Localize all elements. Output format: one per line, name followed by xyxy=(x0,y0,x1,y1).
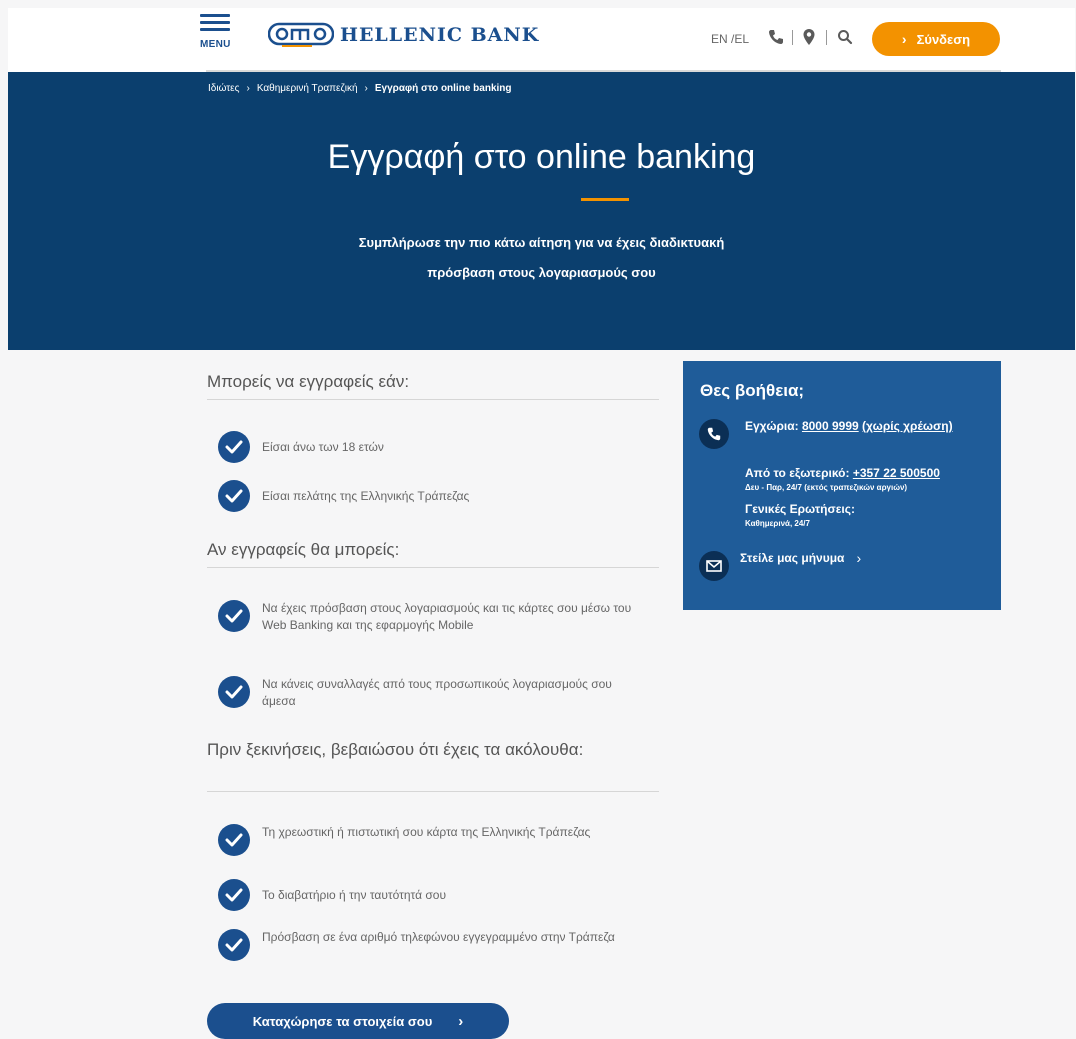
location-pin-icon[interactable] xyxy=(800,28,818,46)
chevron-right-icon: › xyxy=(364,83,368,94)
help-abroad-number-link[interactable]: +357 22 500500 xyxy=(853,466,940,480)
language-switch[interactable]: EN /EL xyxy=(711,32,749,46)
list-item: Είσαι άνω των 18 ετών xyxy=(218,431,648,463)
list-item-text: Πρόσβαση σε ένα αριθμό τηλεφώνου εγγεγρα… xyxy=(262,930,615,944)
chevron-right-icon: › xyxy=(856,550,862,566)
list-item: Το διαβατήριο ή την ταυτότητά σου xyxy=(218,879,648,911)
help-general-hours: Καθημερινά, 24/7 xyxy=(745,519,810,528)
chevron-right-icon: › xyxy=(901,31,907,47)
send-message-link[interactable]: Στείλε μας μήνυμα › xyxy=(740,550,861,566)
checkmark-icon xyxy=(218,431,250,463)
checkmark-icon xyxy=(218,824,250,856)
register-details-button-label: Καταχώρησε τα στοιχεία σου xyxy=(252,1013,433,1029)
brand-name: HELLENIC BANK xyxy=(340,24,540,46)
list-item: Είσαι πελάτης της Ελληνικής Τράπεζας xyxy=(218,480,648,512)
help-local-note: (χωρίς χρέωση) xyxy=(862,419,953,433)
breadcrumb-item-individuals[interactable]: Ιδιώτες xyxy=(208,83,239,94)
brand-logo-mark xyxy=(268,22,334,47)
hero-banner xyxy=(8,72,1075,350)
help-box: Θες βοήθεια; Εγχώρια: 8000 9999 (χωρίς χ… xyxy=(683,361,1001,610)
list-item: Τη χρεωστική ή πιστωτική σου κάρτα της Ε… xyxy=(218,824,648,856)
checkmark-icon xyxy=(218,879,250,911)
list-item: Πρόσβαση σε ένα αριθμό τηλεφώνου εγγεγρα… xyxy=(218,929,648,961)
section-title-eligibility: Μπορείς να εγγραφείς εάν: xyxy=(207,372,410,391)
page-subtitle-line: πρόσβαση στους λογαριασμούς σου xyxy=(427,265,656,280)
menu-label: MENU xyxy=(200,39,231,50)
brand-logo[interactable]: HELLENIC BANK xyxy=(268,20,539,50)
header-separator xyxy=(826,30,827,45)
help-title: Θες βοήθεια; xyxy=(700,381,805,400)
send-message-label: Στείλε μας μήνυμα xyxy=(740,551,845,565)
header-separator xyxy=(792,30,793,45)
chevron-right-icon: › xyxy=(458,1012,464,1030)
login-button-label: Σύνδεση xyxy=(916,31,971,47)
section-divider xyxy=(207,567,659,568)
search-icon[interactable] xyxy=(836,28,854,46)
envelope-icon xyxy=(699,551,729,581)
list-item-text: Το διαβατήριο ή την ταυτότητά σου xyxy=(262,888,447,902)
section-divider xyxy=(207,399,659,400)
checkmark-icon xyxy=(218,600,250,632)
breadcrumb: Ιδιώτες › Καθημερινή Τραπεζική › Εγγραφή… xyxy=(208,83,512,94)
section-title-benefits: Αν εγγραφείς θα μπορείς: xyxy=(207,540,400,559)
title-underline xyxy=(581,198,629,201)
checkmark-icon xyxy=(218,929,250,961)
chevron-right-icon: › xyxy=(246,83,250,94)
page-title: Εγγραφή στο online banking xyxy=(327,138,756,176)
checkmark-icon xyxy=(218,480,250,512)
phone-icon[interactable] xyxy=(767,28,785,46)
section-divider xyxy=(207,791,659,792)
section-title-prerequisites: Πριν ξεκινήσεις, βεβαιώσου ότι έχεις τα … xyxy=(207,740,584,759)
help-local-phone: Εγχώρια: 8000 9999 (χωρίς χρέωση) xyxy=(745,418,985,435)
list-item-text: Να έχεις πρόσβαση στους λογαριασμούς και… xyxy=(262,601,632,632)
login-button[interactable]: › Σύνδεση xyxy=(872,22,1000,56)
list-item-text: Τη χρεωστική ή πιστωτική σου κάρτα της Ε… xyxy=(262,825,591,839)
help-general: Γενικές Ερωτήσεις: Καθημερινά, 24/7 xyxy=(745,501,995,529)
help-abroad-phone: Από το εξωτερικό: +357 22 500500 Δευ - Π… xyxy=(745,465,995,493)
help-local-label: Εγχώρια: xyxy=(745,419,799,433)
page-subtitle: Συμπλήρωσε την πιο κάτω αίτηση για να έχ… xyxy=(8,228,1075,288)
page-subtitle-line: Συμπλήρωσε την πιο κάτω αίτηση για να έχ… xyxy=(358,235,725,250)
register-details-button[interactable]: Καταχώρησε τα στοιχεία σου › xyxy=(207,1003,509,1039)
breadcrumb-item-daily-banking[interactable]: Καθημερινή Τραπεζική xyxy=(257,83,358,94)
breadcrumb-item-current: Εγγραφή στο online banking xyxy=(374,83,512,94)
help-abroad-hours: Δευ - Παρ, 24/7 (εκτός τραπεζικών αργιών… xyxy=(745,483,908,492)
list-item-text: Είσαι πελάτης της Ελληνικής Τράπεζας xyxy=(262,489,470,503)
list-item-text: Είσαι άνω των 18 ετών xyxy=(262,440,384,454)
phone-icon xyxy=(699,419,729,449)
menu-button[interactable]: MENU xyxy=(200,14,240,54)
help-local-number-link[interactable]: 8000 9999 xyxy=(802,419,859,433)
list-item-text: Να κάνεις συναλλαγές από τους προσωπικού… xyxy=(262,677,612,708)
list-item: Να έχεις πρόσβαση στους λογαριασμούς και… xyxy=(218,600,648,634)
help-general-label: Γενικές Ερωτήσεις: xyxy=(745,502,855,516)
help-abroad-label: Από το εξωτερικό: xyxy=(745,466,850,480)
list-item: Να κάνεις συναλλαγές από τους προσωπικού… xyxy=(218,676,648,710)
checkmark-icon xyxy=(218,676,250,708)
